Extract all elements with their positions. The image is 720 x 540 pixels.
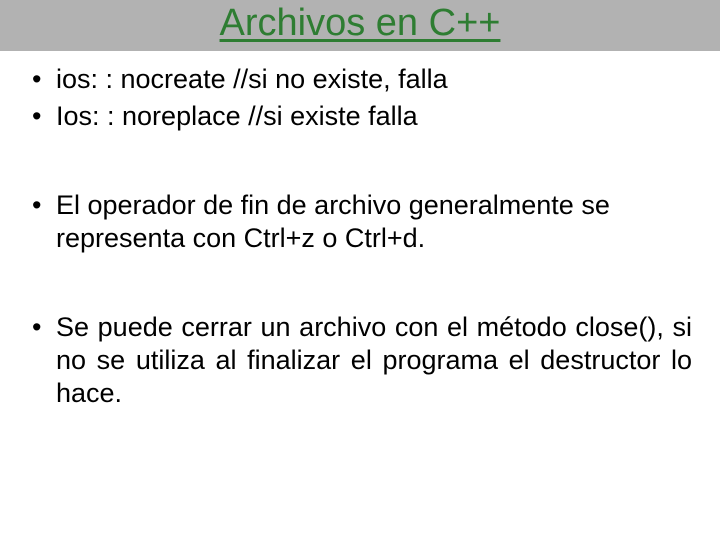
spacer xyxy=(28,255,692,311)
bullet-item: Se puede cerrar un archivo con el método… xyxy=(28,311,692,410)
slide: Archivos en C++ ios: : nocreate //si no … xyxy=(0,0,720,540)
bullet-group-3: Se puede cerrar un archivo con el método… xyxy=(28,311,692,410)
bullet-item: Ios: : noreplace //si existe falla xyxy=(28,100,692,133)
slide-title: Archivos en C++ xyxy=(220,0,501,45)
bullet-item: ios: : nocreate //si no existe, falla xyxy=(28,63,692,96)
bullet-text: Ios: : noreplace //si existe falla xyxy=(56,101,418,131)
bullet-text: ios: : nocreate //si no existe, falla xyxy=(56,64,448,94)
spacer xyxy=(28,133,692,189)
bullet-item: El operador de fin de archivo generalmen… xyxy=(28,189,692,255)
bullet-text: Se puede cerrar un archivo con el método… xyxy=(56,312,692,408)
slide-body: ios: : nocreate //si no existe, falla Io… xyxy=(0,51,720,410)
title-bar: Archivos en C++ xyxy=(0,0,720,51)
bullet-group-1: ios: : nocreate //si no existe, falla Io… xyxy=(28,63,692,133)
bullet-group-2: El operador de fin de archivo generalmen… xyxy=(28,189,692,255)
bullet-text: El operador de fin de archivo generalmen… xyxy=(56,190,610,253)
